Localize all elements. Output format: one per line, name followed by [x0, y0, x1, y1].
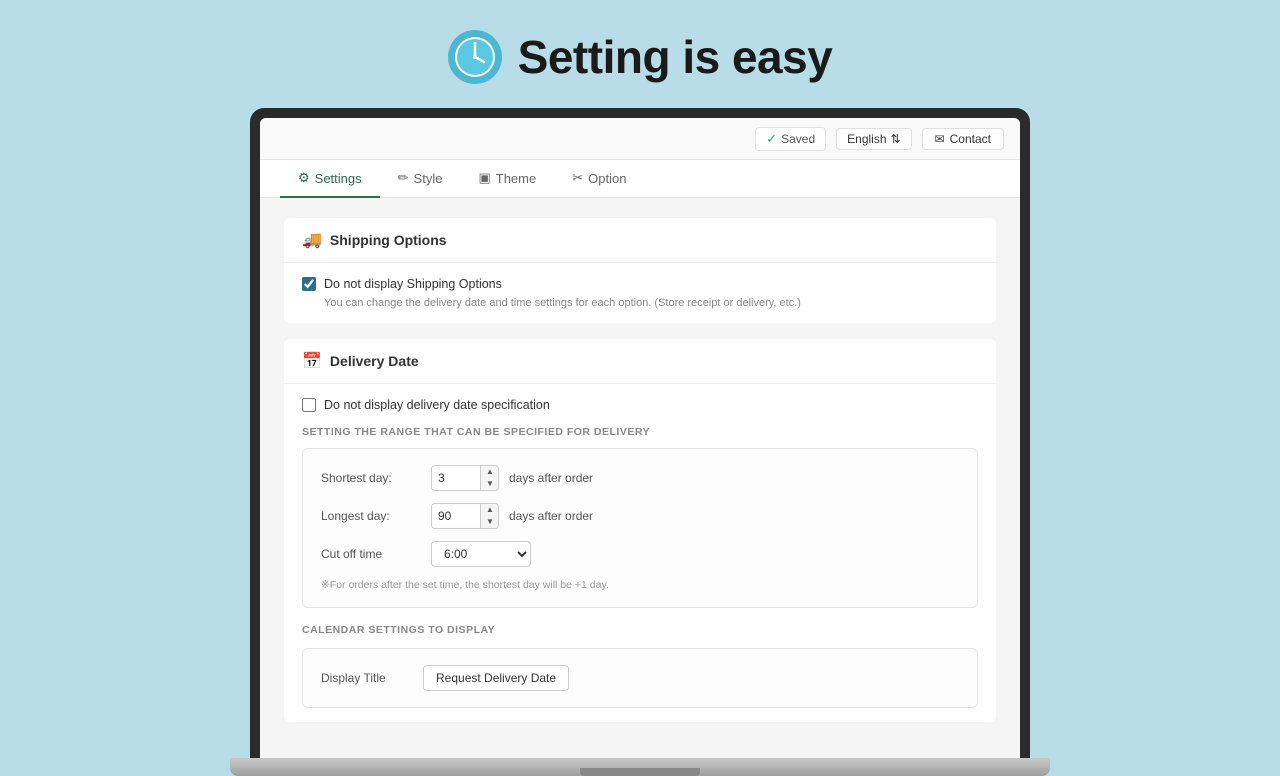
app-topbar: ✓ Saved English ⇅ ✉ Contact [260, 118, 1020, 160]
shipping-hint: You can change the delivery date and tim… [324, 297, 978, 309]
longest-day-label: Longest day: [321, 509, 421, 523]
tab-settings[interactable]: ⚙ Settings [280, 160, 380, 198]
longest-day-down[interactable]: ▼ [481, 516, 499, 528]
calendar-section-label: CALENDAR SETTINGS TO DISPLAY [302, 624, 978, 636]
app-screen: ✓ Saved English ⇅ ✉ Contact ⚙ Settings [260, 118, 1020, 758]
app-tabs: ⚙ Settings ✏ Style ▣ Theme ✂ Option [260, 160, 1020, 198]
saved-badge: ✓ Saved [755, 127, 826, 151]
check-circle-icon: ✓ [766, 131, 777, 147]
display-title-label: Display Title [321, 671, 411, 685]
display-title-row: Display Title Request Delivery Date [321, 665, 959, 691]
saved-label: Saved [781, 132, 815, 146]
shipping-options-title: Shipping Options [330, 232, 447, 248]
cut-off-label: Cut off time [321, 547, 421, 561]
tab-style-label: Style [414, 171, 443, 186]
app-content: 🚚 Shipping Options Do not display Shippi… [260, 198, 1020, 758]
tab-settings-label: Settings [315, 171, 362, 186]
longest-day-row: Longest day: ▲ ▼ days after order [321, 503, 959, 529]
app-clock-icon [448, 30, 502, 84]
shortest-day-row: Shortest day: ▲ ▼ days after order [321, 465, 959, 491]
range-box: Shortest day: ▲ ▼ days after order [302, 448, 978, 608]
shortest-day-label: Shortest day: [321, 471, 421, 485]
envelope-icon: ✉ [935, 132, 945, 146]
tab-option[interactable]: ✂ Option [554, 160, 644, 198]
delivery-date-checkbox-label[interactable]: Do not display delivery date specificati… [324, 398, 550, 412]
option-icon: ✂ [572, 170, 583, 186]
display-title-value: Request Delivery Date [423, 665, 569, 691]
shortest-day-input-wrapper: ▲ ▼ [431, 465, 499, 491]
truck-icon: 🚚 [302, 230, 322, 250]
tab-theme-label: Theme [496, 171, 536, 186]
tab-option-label: Option [588, 171, 626, 186]
laptop-device: ✓ Saved English ⇅ ✉ Contact ⚙ Settings [250, 108, 1030, 776]
longest-day-spinners: ▲ ▼ [480, 504, 499, 528]
range-section-label: SETTING THE RANGE THAT CAN BE SPECIFIED … [302, 426, 978, 438]
shipping-checkbox-label[interactable]: Do not display Shipping Options [324, 277, 502, 291]
hero-title: Setting is easy [518, 30, 833, 84]
style-icon: ✏ [398, 170, 409, 186]
shipping-options-body: Do not display Shipping Options You can … [284, 263, 996, 323]
cut-off-row: Cut off time 6:00 7:00 8:00 9:00 10:00 1… [321, 541, 959, 567]
longest-day-input[interactable] [432, 505, 480, 527]
delivery-date-section: 📅 Delivery Date Do not display delivery … [284, 339, 996, 722]
shortest-day-input[interactable] [432, 467, 480, 489]
longest-day-up[interactable]: ▲ [481, 504, 499, 516]
delivery-date-title: Delivery Date [330, 353, 419, 369]
laptop-screen: ✓ Saved English ⇅ ✉ Contact ⚙ Settings [250, 108, 1030, 758]
calendar-icon: 📅 [302, 351, 322, 371]
chevron-icon: ⇅ [891, 132, 901, 146]
shortest-day-down[interactable]: ▼ [481, 478, 499, 490]
shortest-day-unit: days after order [509, 471, 593, 485]
calendar-settings: CALENDAR SETTINGS TO DISPLAY Display Tit… [302, 624, 978, 708]
contact-label: Contact [950, 132, 991, 146]
longest-day-input-wrapper: ▲ ▼ [431, 503, 499, 529]
shipping-options-header: 🚚 Shipping Options [284, 218, 996, 263]
shipping-options-section: 🚚 Shipping Options Do not display Shippi… [284, 218, 996, 323]
contact-button[interactable]: ✉ Contact [922, 128, 1004, 150]
hero-header: Setting is easy [448, 30, 833, 84]
delivery-date-header: 📅 Delivery Date [284, 339, 996, 384]
tab-style[interactable]: ✏ Style [380, 160, 461, 198]
longest-day-unit: days after order [509, 509, 593, 523]
shortest-day-spinners: ▲ ▼ [480, 466, 499, 490]
language-value: English [847, 132, 886, 146]
shipping-checkbox[interactable] [302, 277, 316, 291]
delivery-date-checkbox[interactable] [302, 398, 316, 412]
delivery-date-body: Do not display delivery date specificati… [284, 384, 996, 722]
language-selector[interactable]: English ⇅ [836, 128, 911, 150]
theme-icon: ▣ [478, 170, 490, 186]
calendar-settings-box: Display Title Request Delivery Date [302, 648, 978, 708]
delivery-date-checkbox-row: Do not display delivery date specificati… [302, 398, 978, 412]
shipping-checkbox-row: Do not display Shipping Options [302, 277, 978, 291]
shortest-day-up[interactable]: ▲ [481, 466, 499, 478]
tab-theme[interactable]: ▣ Theme [460, 160, 554, 198]
settings-icon: ⚙ [298, 170, 310, 186]
laptop-base [230, 758, 1050, 776]
cut-off-note: ※For orders after the set time, the shor… [321, 579, 959, 591]
cut-off-select[interactable]: 6:00 7:00 8:00 9:00 10:00 12:00 [431, 541, 531, 567]
